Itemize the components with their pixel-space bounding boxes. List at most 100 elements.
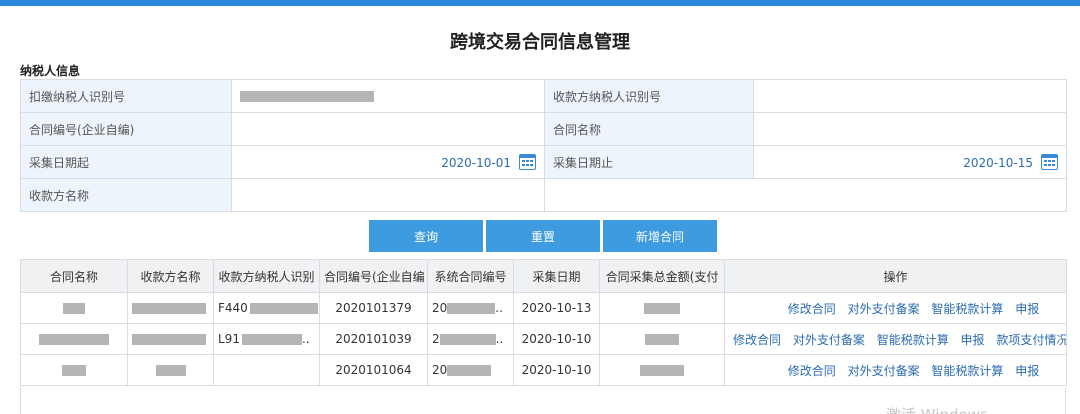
cell-ops: 修改合同 对外支付备案 智能税款计算 申报 xyxy=(724,354,1067,386)
col-ops: 操作 xyxy=(724,259,1067,293)
col-sys-no[interactable]: 系统合同编号 xyxy=(427,259,514,293)
cell-payee-name xyxy=(127,354,214,386)
col-contract-name[interactable]: 合同名称 xyxy=(20,259,128,293)
top-accent-bar xyxy=(0,0,1080,6)
section-title: 纳税人信息 xyxy=(20,64,81,78)
cell-payee-name xyxy=(127,292,214,324)
cell-payee-id: L91.. xyxy=(213,323,320,355)
redacted-value xyxy=(63,303,85,314)
edit-contract-link[interactable]: 修改合同 xyxy=(788,364,836,378)
redacted-value xyxy=(249,303,318,314)
payee-id-prefix: L91 xyxy=(218,332,240,346)
sys-no-prefix: 2 xyxy=(432,332,440,346)
col-payee-name[interactable]: 收款方名称 xyxy=(127,259,214,293)
cell-payee-id xyxy=(213,354,320,386)
cell-contract-name xyxy=(20,354,128,386)
date-start-field[interactable]: 2020-10-01 xyxy=(231,145,545,179)
contract-no-label: 合同编号(企业自编) xyxy=(20,112,232,146)
taxpayer-info-form: 扣缴纳税人识别号 收款方纳税人识别号 合同编号(企业自编) 合同名称 采集日期起… xyxy=(20,79,1067,212)
table-row[interactable]: 2020101064 20 2020-10-10 修改合同 对外支付备案 智能税… xyxy=(20,354,1067,386)
declare-link[interactable]: 申报 xyxy=(1015,302,1039,316)
contract-no-field[interactable] xyxy=(231,112,545,146)
redacted-value xyxy=(241,334,302,345)
cell-payee-name xyxy=(127,323,214,355)
payment-filing-link[interactable]: 对外支付备案 xyxy=(848,302,920,316)
table-row[interactable]: F440 2020101379 20.. 2020-10-13 修改合同 对外支… xyxy=(20,292,1067,324)
withholder-id-field[interactable] xyxy=(231,79,545,113)
date-start-value: 2020-10-01 xyxy=(441,156,511,170)
declare-link[interactable]: 申报 xyxy=(961,333,985,347)
sys-no-prefix: 20 xyxy=(432,363,448,377)
cell-contract-no: 2020101039 xyxy=(319,323,428,355)
date-end-field[interactable]: 2020-10-15 xyxy=(753,145,1067,179)
redacted-value xyxy=(240,91,374,102)
calendar-icon[interactable] xyxy=(519,154,536,170)
action-buttons: 查询 重置 新增合同 xyxy=(369,220,717,252)
edit-contract-link[interactable]: 修改合同 xyxy=(788,302,836,316)
cell-contract-no: 2020101064 xyxy=(319,354,428,386)
tax-calc-link[interactable]: 智能税款计算 xyxy=(931,364,1003,378)
cell-ops: 修改合同 对外支付备案 智能税款计算 申报 xyxy=(724,292,1067,324)
redacted-value xyxy=(132,303,206,314)
cell-date: 2020-10-13 xyxy=(513,292,600,324)
contract-name-label: 合同名称 xyxy=(544,112,754,146)
query-button[interactable]: 查询 xyxy=(369,220,483,252)
redacted-value xyxy=(644,303,680,314)
payment-filing-link[interactable]: 对外支付备案 xyxy=(848,364,920,378)
contract-table: 合同名称 收款方名称 收款方纳税人识别 合同编号(企业自编 系统合同编号 采集日… xyxy=(20,259,1067,386)
cell-contract-no: 2020101379 xyxy=(319,292,428,324)
windows-activation-watermark: 激活 Windows xyxy=(886,404,988,414)
payee-name-field[interactable] xyxy=(231,178,545,212)
contract-name-field[interactable] xyxy=(753,112,1067,146)
col-payee-id[interactable]: 收款方纳税人识别 xyxy=(213,259,320,293)
cell-sys-no: 20.. xyxy=(427,292,514,324)
col-contract-no[interactable]: 合同编号(企业自编 xyxy=(319,259,428,293)
tax-calc-link[interactable]: 智能税款计算 xyxy=(877,333,949,347)
payee-id-suffix: .. xyxy=(301,332,310,346)
cell-date: 2020-10-10 xyxy=(513,354,600,386)
sys-no-suffix: .. xyxy=(495,332,504,346)
cell-contract-name xyxy=(20,323,128,355)
date-start-label: 采集日期起 xyxy=(20,145,232,179)
col-amount[interactable]: 合同采集总金额(支付 xyxy=(599,259,725,293)
payee-id-prefix: F440 xyxy=(218,301,248,315)
declare-link[interactable]: 申报 xyxy=(1015,364,1039,378)
table-header-row: 合同名称 收款方名称 收款方纳税人识别 合同编号(企业自编 系统合同编号 采集日… xyxy=(20,259,1067,293)
redacted-value xyxy=(155,365,186,376)
payment-filing-link[interactable]: 对外支付备案 xyxy=(793,333,865,347)
cell-amount xyxy=(599,323,725,355)
empty-cell xyxy=(544,178,1067,212)
redacted-value xyxy=(447,303,496,314)
redacted-value xyxy=(439,334,496,345)
cell-amount xyxy=(599,354,725,386)
edit-contract-link[interactable]: 修改合同 xyxy=(733,333,781,347)
cell-sys-no: 2.. xyxy=(427,323,514,355)
date-end-label: 采集日期止 xyxy=(544,145,754,179)
payee-name-label: 收款方名称 xyxy=(20,178,232,212)
cell-date: 2020-10-10 xyxy=(513,323,600,355)
sys-no-suffix: .. xyxy=(495,301,503,315)
redacted-value xyxy=(62,365,86,376)
redacted-value xyxy=(132,334,206,345)
redacted-value xyxy=(640,365,684,376)
add-contract-button[interactable]: 新增合同 xyxy=(603,220,717,252)
tax-calc-link[interactable]: 智能税款计算 xyxy=(931,302,1003,316)
date-end-value: 2020-10-15 xyxy=(963,156,1033,170)
cell-amount xyxy=(599,292,725,324)
cell-payee-id: F440 xyxy=(213,292,320,324)
sys-no-prefix: 20 xyxy=(432,301,448,315)
withholder-id-label: 扣缴纳税人识别号 xyxy=(20,79,232,113)
page-title: 跨境交易合同信息管理 xyxy=(450,32,630,53)
col-date[interactable]: 采集日期 xyxy=(513,259,600,293)
cell-ops: 修改合同 对外支付备案 智能税款计算 申报 款项支付情况... xyxy=(724,323,1067,355)
cell-sys-no: 20 xyxy=(427,354,514,386)
redacted-value xyxy=(645,334,679,345)
reset-button[interactable]: 重置 xyxy=(486,220,600,252)
table-row[interactable]: L91.. 2020101039 2.. 2020-10-10 修改合同 对外支… xyxy=(20,323,1067,355)
calendar-icon[interactable] xyxy=(1041,154,1058,170)
redacted-value xyxy=(39,334,109,345)
payee-id-field[interactable] xyxy=(753,79,1067,113)
cell-contract-name xyxy=(20,292,128,324)
payee-id-label: 收款方纳税人识别号 xyxy=(544,79,754,113)
payment-status-link[interactable]: 款项支付情况... xyxy=(996,333,1065,347)
